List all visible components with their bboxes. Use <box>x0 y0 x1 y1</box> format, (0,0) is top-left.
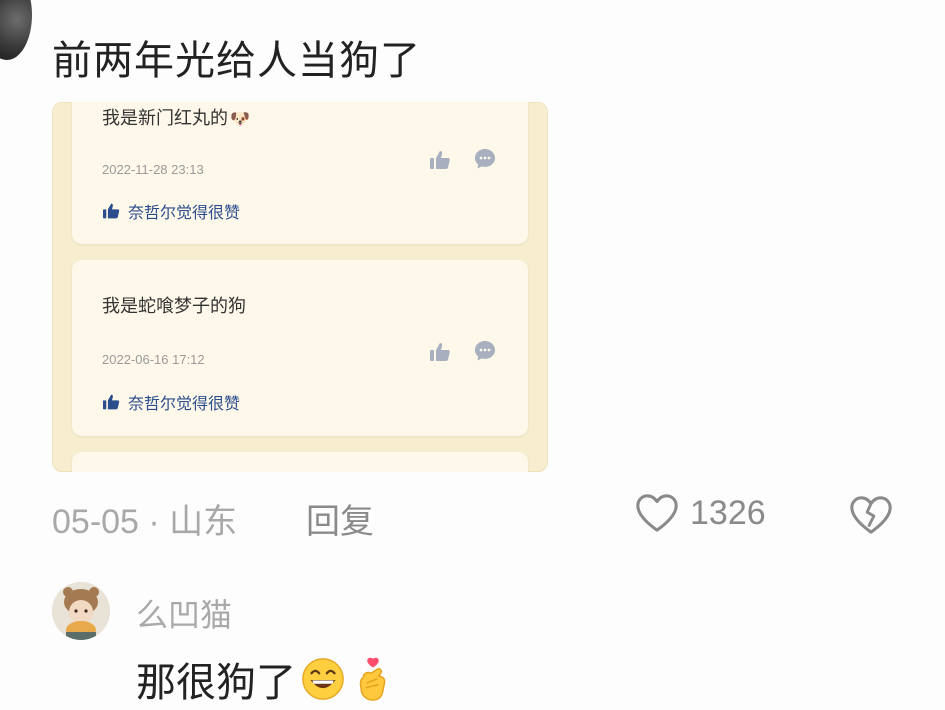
reply-comment-text: 那很狗了 <box>136 650 396 708</box>
avatar[interactable] <box>0 0 32 60</box>
embedded-comment-card: 我是蛇喰梦子的狗 2022-06-16 17:12 奈哲尔觉得很赞 <box>72 260 528 436</box>
embedded-comment-date: 2022-11-28 23:13 <box>102 162 204 177</box>
thumbs-up-icon <box>103 203 120 219</box>
embedded-comment-card: 我是新门红丸的 🐶 2022-11-28 23:13 奈哲尔觉得很赞 <box>72 102 528 244</box>
comment-bubble-icon <box>475 341 495 361</box>
embedded-comment-card <box>72 452 528 472</box>
like-button[interactable]: 1326 <box>634 492 766 534</box>
broken-heart-icon <box>850 496 892 534</box>
username[interactable]: 么凹猫 <box>136 590 232 636</box>
liked-by-row: 奈哲尔觉得很赞 <box>102 390 240 414</box>
heart-icon <box>636 494 678 532</box>
embedded-comment-date: 2022-06-16 17:12 <box>102 352 205 367</box>
liked-by-row: 奈哲尔觉得很赞 <box>102 199 240 223</box>
heart-hand-emoji-icon <box>359 657 386 701</box>
liked-by-text: 奈哲尔觉得很赞 <box>128 203 241 222</box>
user-avatar-image <box>52 582 110 640</box>
like-count: 1326 <box>690 493 766 532</box>
thumbs-up-icon <box>103 394 120 410</box>
avatar[interactable] <box>52 582 110 640</box>
comment-bubble-icon <box>475 149 495 169</box>
embedded-comment-text: 我是新门红丸的 🐶 <box>102 104 250 130</box>
reply-button[interactable]: 回复 <box>306 494 374 543</box>
embedded-comment-text: 我是蛇喰梦子的狗 <box>102 296 246 317</box>
liked-by-text: 奈哲尔觉得很赞 <box>128 394 241 413</box>
comment-text: 前两年光给人当狗了 <box>52 38 421 84</box>
comment-thread: 前两年光给人当狗了 我是新门红丸的 🐶 2022-11-28 23:13 奈哲尔… <box>0 0 945 710</box>
reply-comment-body: 那很狗了 <box>136 660 296 706</box>
grinning-face-emoji-icon <box>302 658 344 700</box>
dislike-button[interactable] <box>848 494 894 540</box>
thumbs-up-icon <box>430 343 450 361</box>
comment-date-location: 05-05 · 山东 <box>52 503 238 541</box>
thumbs-up-icon <box>430 151 450 169</box>
comment-image[interactable]: 我是新门红丸的 🐶 2022-11-28 23:13 奈哲尔觉得很赞 我是蛇喰梦… <box>52 102 548 472</box>
dog-emoji-icon: 🐶 <box>230 109 250 128</box>
embedded-comment-body: 我是新门红丸的 <box>102 108 228 129</box>
